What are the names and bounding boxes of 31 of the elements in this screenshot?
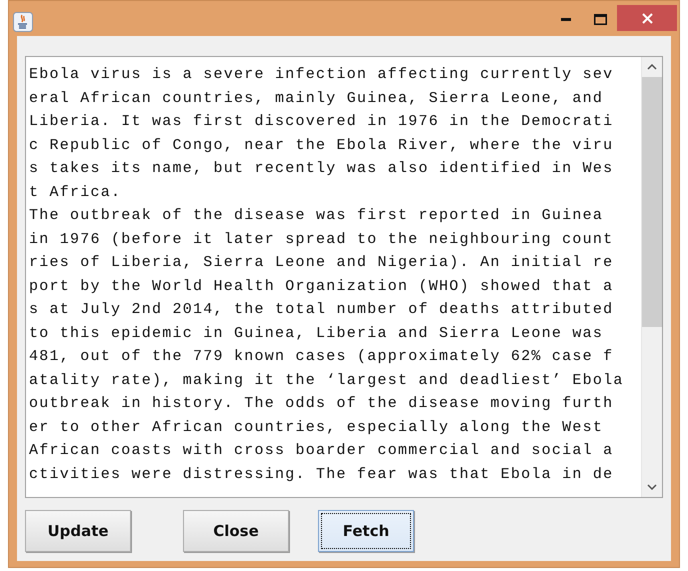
close-icon [642, 12, 652, 24]
text-line: Liberia. It was first discovered in 1976 in the Democrati [29, 112, 614, 132]
text-line: atality rate), making it the ‘largest and deadliest’ Ebola [29, 370, 625, 390]
text-line: eral African countries, mainly Guinea, Sierra Leone, and [29, 88, 604, 108]
scroll-up-icon[interactable] [647, 64, 657, 70]
text-line: ctivities were distressing. The fear was that Ebola in de [29, 464, 614, 484]
text-line: African coasts with cross boarder commercial and social a [29, 441, 614, 461]
action-button[interactable]: Close [183, 510, 289, 552]
text-line: port by the World Health Organization (WHO) showed that a [29, 276, 614, 296]
action-button[interactable]: Fetch [318, 510, 414, 552]
text-line: ries of Liberia, Sierra Leone and Nigeria). An initial re [29, 253, 614, 273]
scroll-down-icon[interactable] [647, 484, 657, 490]
minimize-icon [561, 18, 571, 20]
text-line: 481, out of the 779 known cases (approximately 62% case f [29, 347, 614, 367]
text-line: t Africa. [29, 182, 122, 202]
close-button[interactable] [617, 5, 677, 31]
text-line: s at July 2nd 2014, the total number of deaths attributed [29, 300, 614, 320]
action-button[interactable]: Update [25, 510, 131, 552]
maximize-icon [594, 14, 606, 24]
vertical-scrollbar[interactable] [641, 57, 662, 497]
text-line: s takes its name, but recently was also identified in Wes [29, 159, 614, 179]
text-area[interactable] [25, 56, 663, 498]
text-line: c Republic of Congo, near the Ebola River, where the viru [29, 136, 614, 156]
text-line: to this epidemic in Guinea, Liberia and Sierra Leone was [29, 324, 604, 344]
java-icon[interactable] [13, 12, 33, 32]
text-line: er to other African countries, especially along the West [29, 418, 604, 438]
text-line: outbreak in history. The odds of the disease moving furth [29, 394, 614, 414]
text-line: in 1976 (before it later spread to the neighbouring count [29, 230, 614, 250]
text-line: Ebola virus is a severe infection affecting currently sev [29, 65, 614, 85]
scrollbar-thumb[interactable] [642, 77, 662, 327]
text-line: The outbreak of the disease was first reported in Guinea [29, 206, 604, 226]
